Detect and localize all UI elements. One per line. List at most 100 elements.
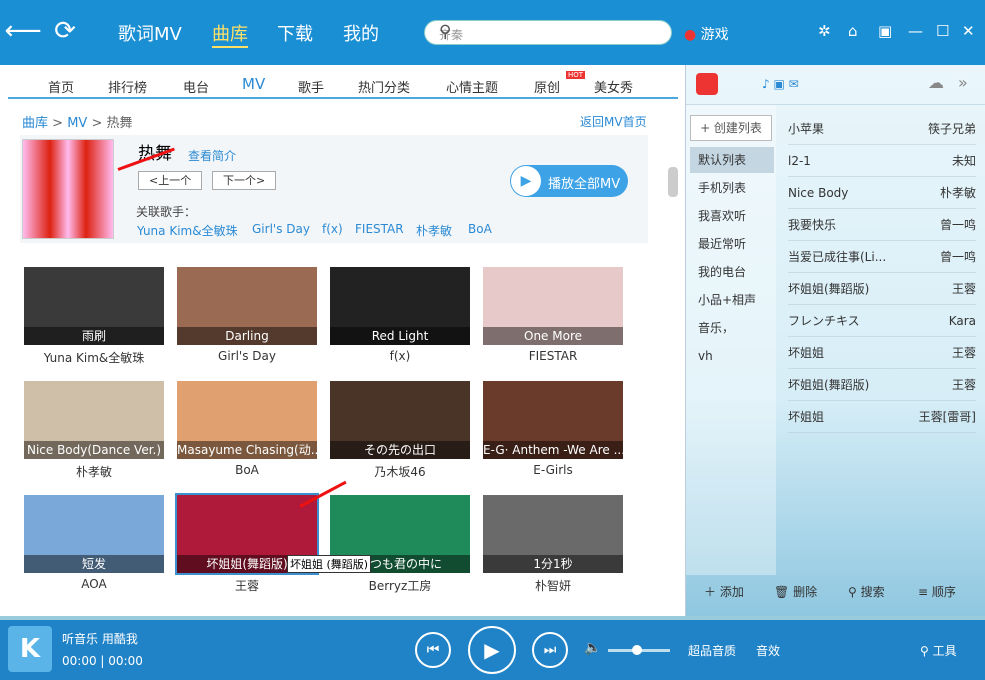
subnav-singers[interactable]: 歌手: [298, 77, 324, 96]
related-artist[interactable]: Girl's Day: [252, 222, 310, 236]
mv-thumbnail[interactable]: Darling: [177, 267, 317, 345]
mv-card[interactable]: いつも君の中に Berryz工房: [330, 495, 470, 594]
mv-artist[interactable]: 朴孝敏: [24, 463, 164, 480]
song-row[interactable]: 坏姐姐 王蓉: [788, 337, 976, 369]
mv-thumbnail[interactable]: その先の出口: [330, 381, 470, 459]
mv-artist[interactable]: Berryz工房: [330, 577, 470, 594]
subnav-categories[interactable]: 热门分类: [358, 77, 410, 96]
game-link[interactable]: ● 游戏: [684, 24, 729, 44]
song-row[interactable]: 小苹果 筷子兄弟: [788, 113, 976, 145]
prev-track-icon[interactable]: ⏮: [415, 632, 451, 668]
cloud-icon[interactable]: ☁: [928, 73, 944, 92]
mv-card[interactable]: Masayume Chasing(动... BoA: [177, 381, 317, 477]
mv-artist[interactable]: AOA: [24, 577, 164, 591]
mv-thumbnail[interactable]: E-G· Anthem -We Are ...: [483, 381, 623, 459]
related-artist[interactable]: f(x): [322, 222, 343, 236]
tab-lyrics-mv[interactable]: 歌词MV: [118, 20, 182, 46]
mv-artist[interactable]: BoA: [177, 463, 317, 477]
song-row[interactable]: 我要快乐 曾一鸣: [788, 209, 976, 241]
mv-card[interactable]: One More FIESTAR: [483, 267, 623, 363]
related-artist[interactable]: BoA: [468, 222, 492, 236]
play-all-mv-button[interactable]: ▶ 播放全部MV: [510, 165, 628, 197]
mv-thumbnail[interactable]: 1分1秒: [483, 495, 623, 573]
subnav-original[interactable]: 原创: [534, 77, 560, 96]
progress-bar[interactable]: [0, 616, 985, 620]
order-button[interactable]: ≡ 顺序: [918, 583, 956, 600]
search-button[interactable]: ⚲ 搜索: [848, 583, 885, 600]
mv-thumbnail[interactable]: Masayume Chasing(动...: [177, 381, 317, 459]
mv-artist[interactable]: f(x): [330, 349, 470, 363]
subnav-beauty[interactable]: 美女秀: [594, 77, 633, 96]
song-row[interactable]: 坏姐姐(舞蹈版) 王蓉: [788, 273, 976, 305]
mv-card[interactable]: 坏姐姐(舞蹈版) 王蓉: [175, 493, 319, 594]
playlist-item[interactable]: vh: [690, 343, 774, 369]
mv-card[interactable]: Nice Body(Dance Ver.) 朴孝敏: [24, 381, 164, 480]
tools-icon[interactable]: ✲: [818, 22, 831, 40]
subnav-charts[interactable]: 排行榜: [108, 77, 147, 96]
next-button[interactable]: 下一个>: [212, 171, 277, 190]
playlist-item[interactable]: 音乐，: [690, 315, 774, 341]
add-button[interactable]: ＋ 添加: [704, 583, 744, 600]
next-track-icon[interactable]: ⏭: [532, 632, 568, 668]
crumb-library[interactable]: 曲库: [22, 116, 48, 131]
playlist-item[interactable]: 我喜欢听: [690, 203, 774, 229]
play-icon[interactable]: ▶: [468, 626, 516, 674]
related-artist[interactable]: 朴孝敏: [416, 222, 452, 239]
mv-thumbnail[interactable]: 雨刷: [24, 267, 164, 345]
crumb-mv[interactable]: MV: [67, 116, 87, 131]
mv-artist[interactable]: FIESTAR: [483, 349, 623, 363]
mv-artist[interactable]: 朴智妍: [483, 577, 623, 594]
song-row[interactable]: 坏姐姐(舞蹈版) 王蓉: [788, 369, 976, 401]
mv-artist[interactable]: E-Girls: [483, 463, 623, 477]
skin-icon[interactable]: ⌂: [848, 22, 858, 40]
mv-card[interactable]: 雨刷 Yuna Kim&全敏珠: [24, 267, 164, 366]
mv-thumbnail[interactable]: 短发: [24, 495, 164, 573]
subnav-radio[interactable]: 电台: [183, 77, 209, 96]
song-row[interactable]: フレンチキス Kara: [788, 305, 976, 337]
playlist-item[interactable]: 默认列表: [690, 147, 774, 173]
related-artist[interactable]: Yuna Kim&全敏珠: [137, 222, 238, 239]
search-icon[interactable]: ⚲: [439, 22, 663, 42]
related-artist[interactable]: FIESTAR: [355, 222, 404, 236]
refresh-icon[interactable]: ⟳: [50, 14, 80, 48]
tab-library[interactable]: 曲库: [212, 20, 248, 48]
subnav-home[interactable]: 首页: [48, 77, 74, 96]
view-intro-link[interactable]: 查看简介: [188, 147, 236, 164]
mv-thumbnail[interactable]: One More: [483, 267, 623, 345]
playlist-item[interactable]: 小品+相声: [690, 287, 774, 313]
song-row[interactable]: l2-1 未知: [788, 145, 976, 177]
mv-card[interactable]: 短发 AOA: [24, 495, 164, 591]
prev-button[interactable]: <上一个: [138, 171, 203, 190]
playlist-item[interactable]: 我的电台: [690, 259, 774, 285]
effects-button[interactable]: 音效: [756, 642, 780, 659]
close-icon[interactable]: ✕: [962, 22, 975, 40]
playlist-item[interactable]: 最近常听: [690, 231, 774, 257]
subnav-mv[interactable]: MV: [242, 75, 265, 93]
mv-artist[interactable]: Yuna Kim&全敏珠: [24, 349, 164, 366]
mv-thumbnail[interactable]: Nice Body(Dance Ver.): [24, 381, 164, 459]
playlist-item[interactable]: 手机列表: [690, 175, 774, 201]
volume-handle[interactable]: [632, 645, 642, 655]
volume-slider[interactable]: [608, 645, 670, 655]
delete-button[interactable]: 🗑 删除: [774, 583, 817, 600]
minimize-icon[interactable]: —: [908, 22, 923, 40]
maximize-icon[interactable]: ☐: [936, 22, 949, 40]
mv-artist[interactable]: Girl's Day: [177, 349, 317, 363]
mv-card[interactable]: その先の出口乃木坂46: [330, 381, 470, 480]
subnav-moods[interactable]: 心情主题: [446, 77, 498, 96]
collapse-icon[interactable]: »: [958, 73, 968, 92]
mv-thumbnail[interactable]: Red Light: [330, 267, 470, 345]
song-row[interactable]: 当爱已成往事(Li... 曾一鸣: [788, 241, 976, 273]
mv-card[interactable]: E-G· Anthem -We Are ... E-Girls: [483, 381, 623, 477]
mv-card[interactable]: 1分1秒朴智妍: [483, 495, 623, 594]
search-input[interactable]: 齐秦 ⚲: [424, 20, 672, 45]
back-to-mv-home[interactable]: 返回MV首页: [580, 113, 647, 130]
mv-artist[interactable]: 乃木坂46: [330, 463, 470, 480]
create-list-button[interactable]: + 创建列表: [690, 115, 772, 141]
scrollbar[interactable]: [668, 167, 678, 197]
back-arrow-icon[interactable]: ⟵: [4, 14, 41, 48]
song-row[interactable]: 坏姐姐 王蓉[雷哥]: [788, 401, 976, 433]
volume-icon[interactable]: 🔈: [584, 640, 601, 656]
mv-card[interactable]: Darling Girl's Day: [177, 267, 317, 363]
menu-icon[interactable]: ▣: [878, 22, 892, 40]
